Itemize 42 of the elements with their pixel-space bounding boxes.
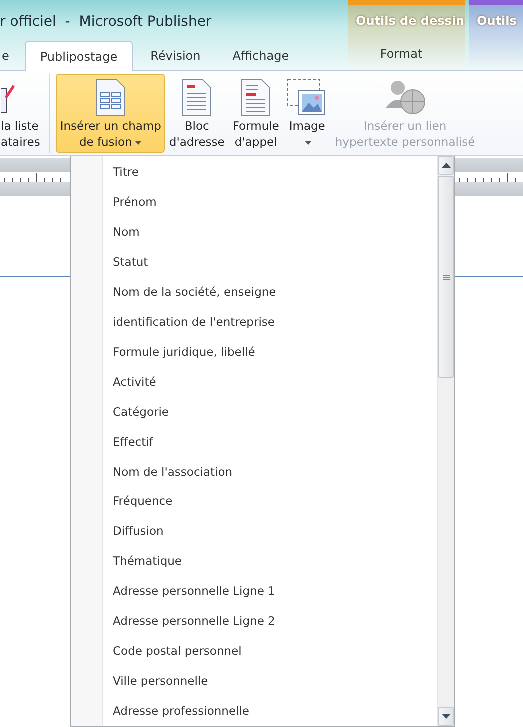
menu-item[interactable]: Adresse personnelle Ligne 1 [103,576,437,606]
ribbon-button[interactable]: Image [283,74,332,153]
margin-guide [455,276,523,277]
menu-item[interactable]: Ville personnelle [103,666,437,696]
menu-item[interactable]: Nom [103,216,437,247]
menu-item[interactable]: Catégorie [103,396,437,427]
ribbon-button[interactable]: la liste ataires [0,74,44,153]
grip-icon [442,274,450,280]
ribbon-tab[interactable]: Publipostage [25,41,133,71]
ribbon-button[interactable]: Insérer un champ de fusion [56,74,166,153]
menu-item[interactable]: identification de l'entreprise [103,306,437,337]
menu-item[interactable]: Nom de l'association [103,456,437,486]
contextual-group-label: Outils de dessin [355,13,465,30]
menu-item[interactable]: Statut [103,246,437,277]
contextual-group-label: Outils [476,13,518,30]
menu-item[interactable]: Adresse personnelle Ligne 2 [103,606,437,636]
ribbon-tab[interactable]: Révision [136,42,215,70]
scroll-up-icon[interactable] [442,163,450,168]
menu-item[interactable]: Diffusion [103,516,437,546]
window-title: r officiel - Microsoft Publisher [0,14,212,30]
margin-guide [0,276,70,277]
menu-item[interactable]: Code postal personnel [103,636,437,666]
ribbon-button[interactable]: Bloc d'adresse [165,74,229,153]
menu-item[interactable]: Prénom [103,186,437,217]
menu-item[interactable]: Fréquence [103,486,437,516]
menu-item[interactable]: Effectif [103,426,437,457]
menu-item[interactable]: Adresse professionnelle [103,696,437,726]
menu-item[interactable]: Activité [103,366,437,397]
menu-item[interactable]: Nom de la société, enseigne [103,276,437,307]
ribbon-tab[interactable]: Format [378,40,435,68]
scroll-down-icon[interactable] [442,714,450,719]
document-icon [182,78,212,116]
menu-item[interactable]: Formule juridique, libellé [103,336,437,367]
scrollbar[interactable] [437,156,454,726]
ribbon-button[interactable]: Formule d'appel [228,74,284,153]
menu-item[interactable]: Thématique [103,546,437,576]
document-table-icon [96,78,126,116]
document-icon [241,78,272,116]
ribbon-tab[interactable]: Affichage [218,42,304,70]
ribbon-tab[interactable]: e [0,42,22,70]
menu-item[interactable]: Titre [103,157,437,187]
picture-frame-icon [287,78,328,116]
